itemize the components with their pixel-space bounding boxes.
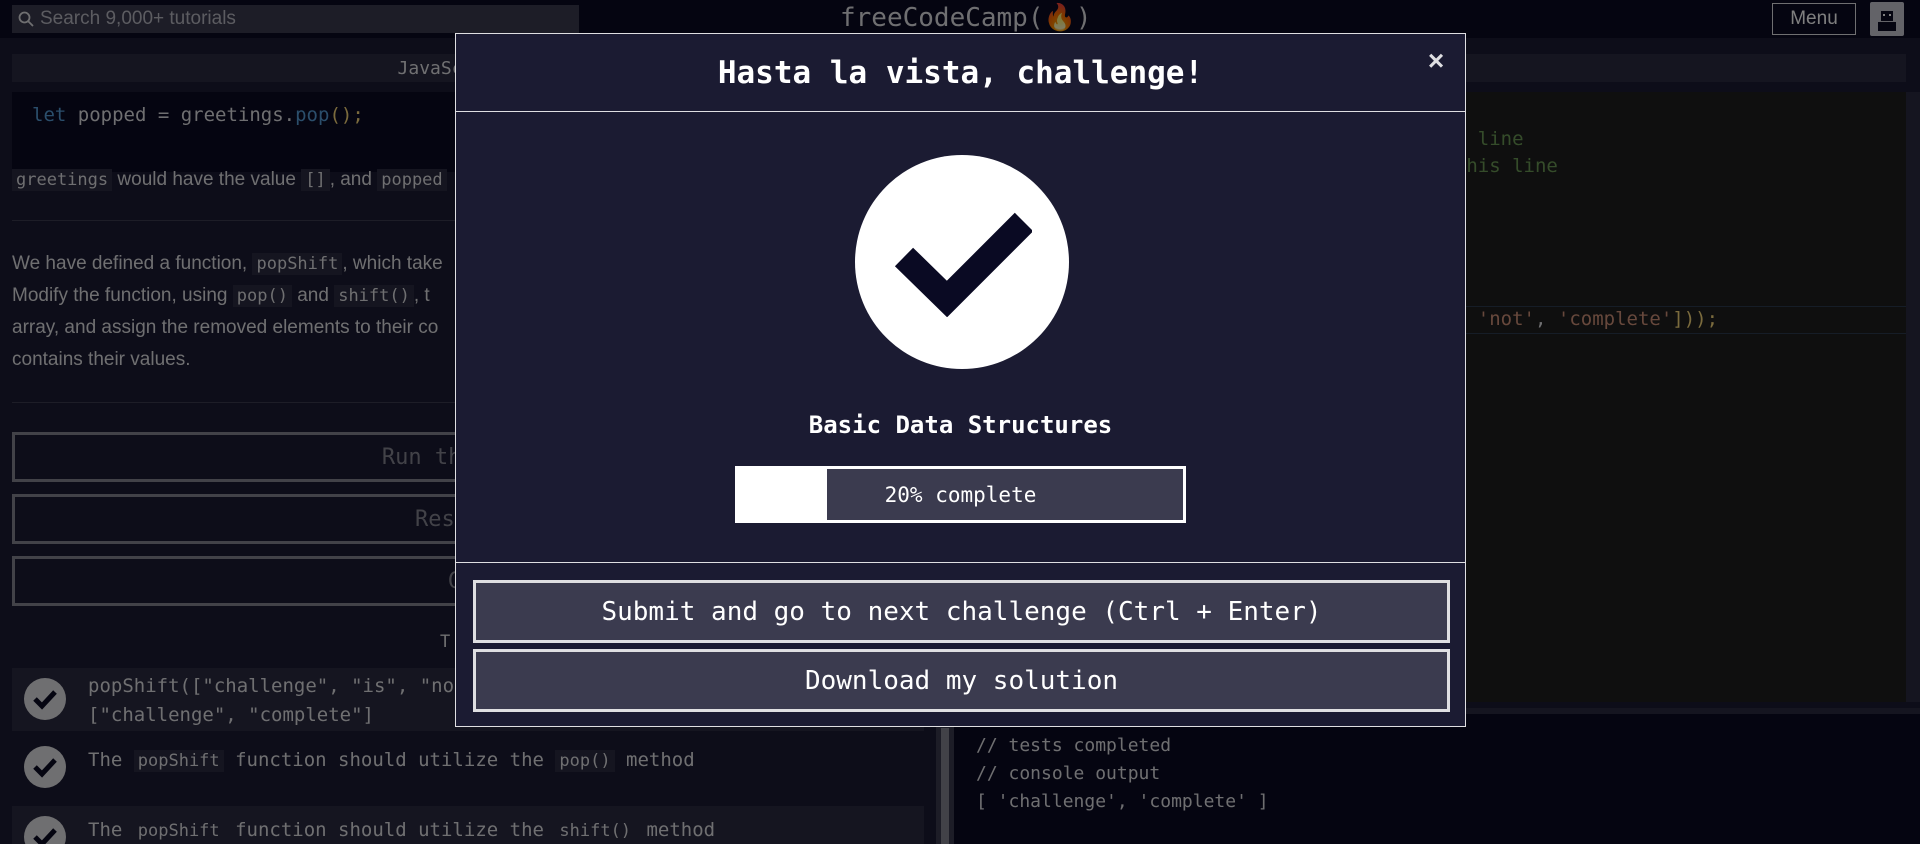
completion-modal: Hasta la vista, challenge! × Basic Data …: [455, 33, 1466, 727]
download-solution-button[interactable]: Download my solution: [473, 649, 1450, 712]
progress-bar: 20% complete: [735, 466, 1186, 523]
success-check-icon: [855, 155, 1069, 369]
block-name: Basic Data Structures: [808, 411, 1113, 439]
modal-footer: Submit and go to next challenge (Ctrl + …: [456, 563, 1465, 712]
progress-label: 20% complete: [884, 482, 1037, 507]
modal-title: Hasta la vista, challenge!: [717, 54, 1204, 91]
submit-next-button[interactable]: Submit and go to next challenge (Ctrl + …: [473, 580, 1450, 643]
modal-header: Hasta la vista, challenge! ×: [456, 34, 1465, 112]
modal-body: Basic Data Structures 20% complete: [456, 112, 1465, 563]
close-button[interactable]: ×: [1423, 47, 1449, 75]
